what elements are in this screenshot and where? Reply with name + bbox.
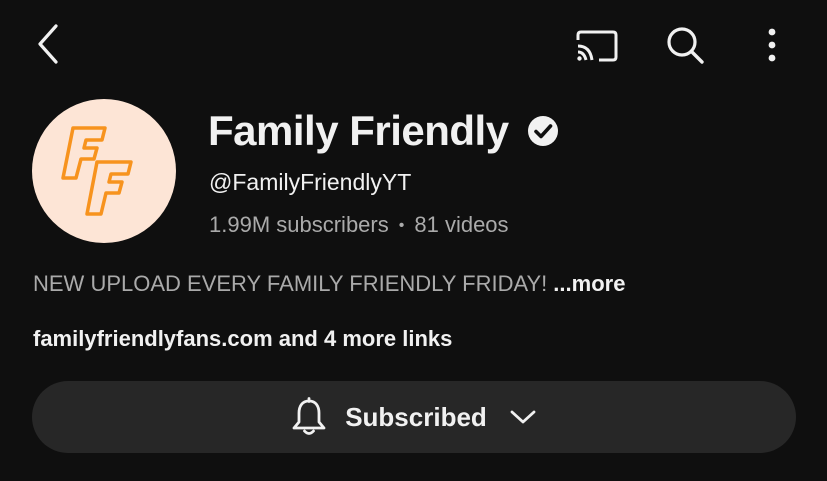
cast-icon (576, 30, 618, 62)
description-more-link[interactable]: ...more (553, 271, 625, 296)
channel-description[interactable]: NEW UPLOAD EVERY FAMILY FRIENDLY FRIDAY!… (33, 269, 625, 299)
subscriber-count: 1.99M subscribers (209, 212, 389, 237)
channel-title: Family Friendly (208, 104, 559, 158)
top-app-bar (0, 0, 827, 90)
more-vertical-icon (768, 28, 776, 62)
chevron-left-icon (38, 24, 58, 64)
more-links-text[interactable]: and 4 more links (273, 326, 453, 351)
channel-stats: 1.99M subscribers • 81 videos (209, 210, 509, 241)
separator-dot: • (398, 217, 405, 235)
cast-button[interactable] (570, 24, 622, 68)
video-count: 81 videos (414, 212, 509, 237)
verified-check-icon (527, 115, 559, 147)
primary-link[interactable]: familyfriendlyfans.com (33, 326, 273, 351)
subscribed-button[interactable]: Subscribed (32, 381, 796, 453)
bell-icon (291, 397, 327, 437)
more-options-button[interactable] (752, 22, 792, 68)
channel-links[interactable]: familyfriendlyfans.com and 4 more links (33, 324, 452, 354)
search-button[interactable] (660, 22, 710, 68)
channel-name-text: Family Friendly (208, 107, 509, 154)
search-icon (667, 27, 704, 64)
channel-handle: @FamilyFriendlyYT (209, 169, 412, 195)
channel-avatar[interactable] (32, 99, 176, 243)
subscribed-label: Subscribed (345, 402, 487, 432)
back-button[interactable] (28, 20, 68, 68)
chevron-down-icon (509, 407, 537, 427)
description-text: NEW UPLOAD EVERY FAMILY FRIENDLY FRIDAY! (33, 271, 548, 296)
channel-logo (61, 126, 133, 216)
